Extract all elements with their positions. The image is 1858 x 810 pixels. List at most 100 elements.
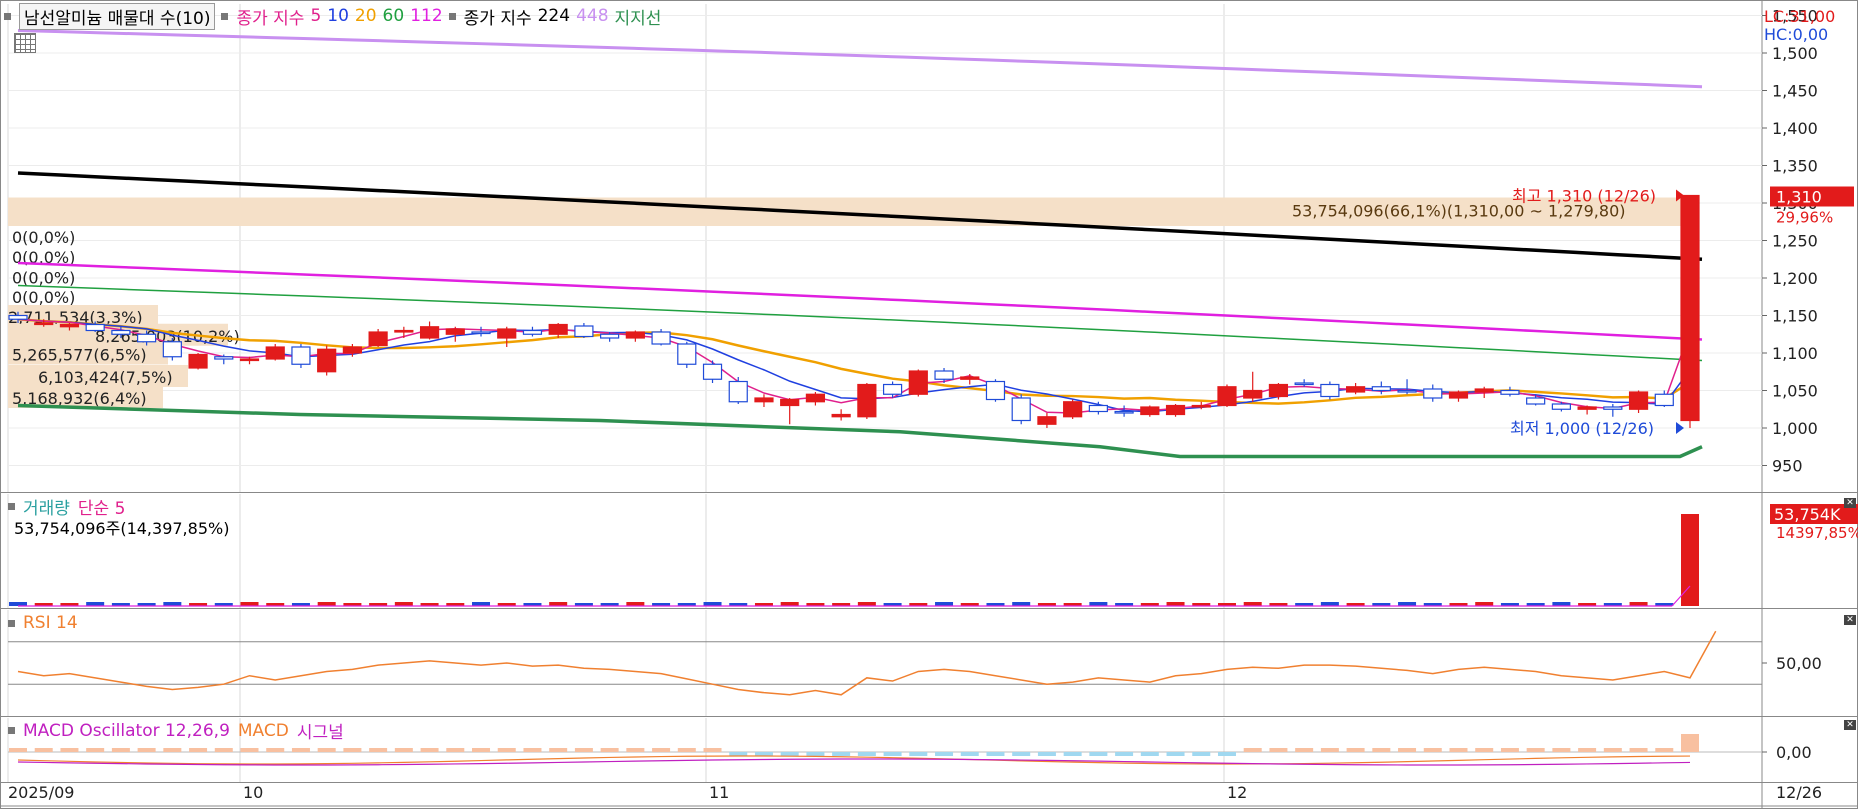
- candle-body[interactable]: [677, 343, 697, 365]
- chart-frame: [0, 0, 1858, 809]
- candle-body[interactable]: [548, 323, 568, 335]
- price-tick-label: 1,150: [1772, 307, 1818, 326]
- ma-period-112[interactable]: 112: [410, 6, 442, 26]
- macd-close-icon[interactable]: ✕: [1844, 720, 1856, 730]
- ma-period-10[interactable]: 10: [327, 6, 349, 26]
- candle-body[interactable]: [908, 370, 928, 395]
- candle-body[interactable]: [291, 346, 311, 365]
- candle-body[interactable]: [1243, 389, 1263, 399]
- candle-body[interactable]: [651, 331, 671, 345]
- candle-body[interactable]: [1114, 410, 1134, 414]
- candle-body[interactable]: [497, 328, 517, 339]
- rsi-legend: RSI 14: [8, 613, 78, 633]
- ma-period-224[interactable]: 224: [538, 6, 570, 26]
- candle-body[interactable]: [857, 383, 877, 418]
- candle-body[interactable]: [1628, 391, 1649, 410]
- rsi-title[interactable]: RSI 14: [23, 613, 78, 633]
- candle-body[interactable]: [111, 329, 131, 335]
- candle-body[interactable]: [188, 353, 208, 369]
- macd-bar: [1243, 748, 1262, 752]
- candle-body[interactable]: [1011, 397, 1031, 422]
- rsi-close-icon[interactable]: ✕: [1844, 615, 1856, 625]
- ma-label[interactable]: 종가 지수: [236, 4, 304, 29]
- candle-body[interactable]: [831, 413, 851, 418]
- candle-body[interactable]: [1423, 388, 1443, 399]
- x-axis-last-date: 12/26: [1776, 783, 1822, 802]
- candle-body[interactable]: [1500, 389, 1520, 395]
- candle-body[interactable]: [1680, 194, 1700, 422]
- candle-body[interactable]: [1088, 404, 1108, 413]
- candle-body[interactable]: [85, 323, 105, 332]
- candle-body[interactable]: [1371, 386, 1391, 392]
- stock-name-box[interactable]: 남선알미늄 매물대 수(10): [19, 2, 216, 30]
- candle-body[interactable]: [754, 397, 774, 403]
- price-tick-label: 1,000: [1772, 419, 1818, 438]
- ma-period-5[interactable]: 5: [310, 6, 321, 26]
- ma-period-60[interactable]: 60: [383, 6, 405, 26]
- candle-body[interactable]: [1526, 397, 1546, 405]
- candle-body[interactable]: [960, 376, 980, 380]
- candle-body[interactable]: [600, 333, 620, 339]
- candle-body[interactable]: [625, 331, 645, 339]
- candle-body[interactable]: [1165, 404, 1186, 416]
- candle-body[interactable]: [805, 393, 826, 403]
- grid-table-icon[interactable]: [14, 33, 36, 53]
- candle-body[interactable]: [445, 328, 465, 335]
- candle-body[interactable]: [1603, 406, 1623, 410]
- candle-body[interactable]: [1397, 389, 1417, 393]
- candle-body[interactable]: [985, 380, 1006, 401]
- candle-body[interactable]: [882, 383, 903, 395]
- candle-body[interactable]: [1577, 406, 1597, 410]
- candle-body[interactable]: [1551, 403, 1571, 410]
- candle-body[interactable]: [934, 370, 954, 380]
- candle-body[interactable]: [1268, 383, 1289, 398]
- candle-body[interactable]: [702, 363, 723, 380]
- candle-body[interactable]: [1294, 382, 1314, 386]
- support-label[interactable]: 지지선: [615, 4, 662, 29]
- volume-close-icon[interactable]: ✕: [1844, 498, 1856, 508]
- candle-body[interactable]: [1474, 388, 1494, 393]
- candle-body[interactable]: [419, 326, 440, 339]
- candle-body[interactable]: [342, 346, 362, 354]
- macd-bar: [497, 748, 516, 752]
- candle-body[interactable]: [394, 329, 414, 333]
- macd-bar: [1012, 752, 1031, 756]
- candle-body[interactable]: [214, 356, 234, 360]
- stock-chart[interactable]: 1,5501,5001,4501,4001,3501,3001,2501,200…: [0, 0, 1858, 810]
- candle-body[interactable]: [1345, 386, 1366, 393]
- ma2-label[interactable]: 종가 지수: [464, 4, 532, 29]
- candle-body[interactable]: [522, 329, 543, 335]
- signal-label[interactable]: 시그널: [297, 718, 344, 743]
- macd-bar: [1398, 748, 1417, 752]
- candle-body[interactable]: [137, 333, 157, 343]
- candle-body[interactable]: [574, 325, 594, 338]
- candle-body[interactable]: [317, 348, 337, 373]
- candle-body[interactable]: [1037, 416, 1057, 425]
- candle-body[interactable]: [1063, 401, 1083, 418]
- candle-body[interactable]: [34, 322, 54, 326]
- ma-period-20[interactable]: 20: [355, 6, 377, 26]
- macd-bar: [34, 748, 53, 752]
- candle-body[interactable]: [162, 341, 182, 358]
- candle-body[interactable]: [1320, 383, 1340, 398]
- macd-label[interactable]: MACD: [238, 721, 289, 741]
- macd-bar: [780, 752, 799, 756]
- candle-body[interactable]: [1448, 391, 1469, 399]
- macd-bar: [189, 748, 208, 752]
- candle-body[interactable]: [780, 398, 800, 407]
- candle-body[interactable]: [1217, 386, 1237, 407]
- candle-body[interactable]: [1191, 404, 1211, 408]
- candle-body[interactable]: [239, 358, 260, 362]
- macd-title[interactable]: MACD Oscillator 12,26,9: [23, 721, 230, 741]
- candle-body[interactable]: [368, 331, 388, 347]
- candle-body[interactable]: [59, 323, 80, 328]
- candle-body[interactable]: [728, 380, 748, 403]
- macd-bar: [883, 752, 902, 756]
- candle-body[interactable]: [1654, 393, 1674, 407]
- candle-body[interactable]: [471, 331, 491, 335]
- candle-body[interactable]: [1140, 406, 1160, 416]
- candle-body[interactable]: [265, 346, 285, 360]
- ma-period-448[interactable]: 448: [576, 6, 608, 26]
- price-tick-label: 1,450: [1772, 82, 1818, 101]
- candle-body[interactable]: [8, 314, 28, 320]
